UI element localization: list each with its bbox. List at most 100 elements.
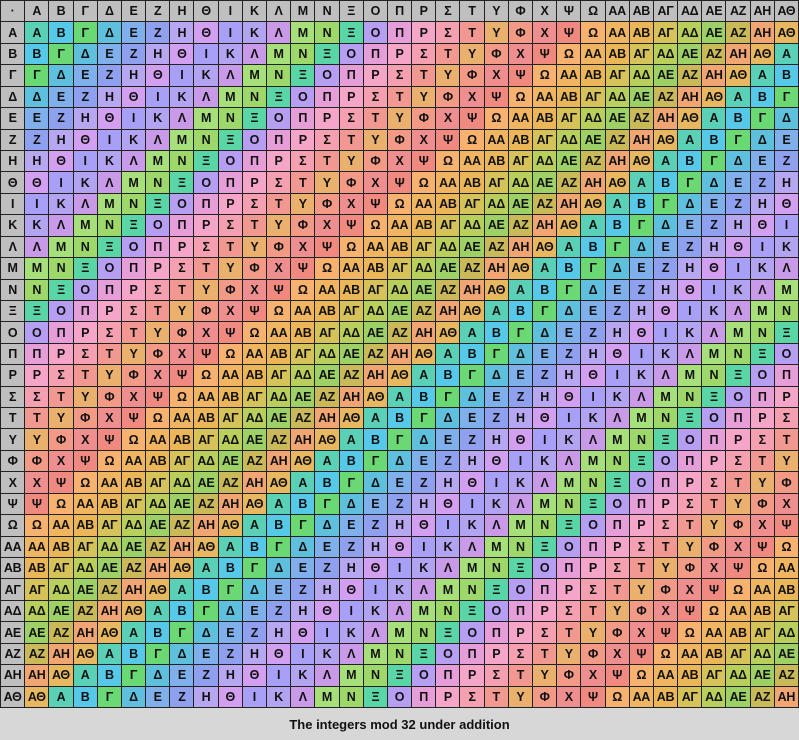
table-cell: Χ xyxy=(315,215,339,236)
table-cell: Π xyxy=(25,343,49,365)
column-header-12: Μ xyxy=(291,1,315,22)
table-cell: Φ xyxy=(726,515,750,536)
table-cell: Ρ xyxy=(25,365,49,386)
table-cell: Β xyxy=(170,600,194,622)
table-cell: Ι xyxy=(412,536,436,558)
table-cell: Ο xyxy=(557,536,581,558)
table-cell: ΑΒ xyxy=(242,365,266,386)
table-cell: Ο xyxy=(653,450,678,472)
table-cell: ΑΒ xyxy=(266,343,291,365)
table-cell: Χ xyxy=(242,279,266,300)
table-cell: Α xyxy=(678,129,702,150)
table-cell: Θ xyxy=(121,86,146,108)
table-cell: Ξ xyxy=(484,579,508,600)
table-cell: Λ xyxy=(629,386,653,408)
table-cell: Α xyxy=(629,172,653,193)
table-cell: ΑΖ xyxy=(532,193,557,215)
table-cell: Ρ xyxy=(629,515,653,536)
table-cell: ΑΘ xyxy=(194,536,218,558)
table-cell: Δ xyxy=(146,665,170,686)
table-cell: Ω xyxy=(97,450,121,472)
table-cell: ΑΘ xyxy=(73,643,97,665)
column-header-10: Κ xyxy=(242,1,266,22)
table-cell: Ψ xyxy=(750,536,774,558)
table-cell: Ε xyxy=(629,258,653,279)
table-cell: ΑΓ xyxy=(605,65,629,86)
table-cell: Η xyxy=(387,515,412,536)
table-cell: Ω xyxy=(653,643,678,665)
table-cell: ΑΖ xyxy=(170,515,194,536)
table-cell: Τ xyxy=(653,536,678,558)
table-cell: Δ xyxy=(774,108,798,129)
table-cell: ΑΑ xyxy=(508,108,532,129)
table-cell: ΑΓ xyxy=(412,236,436,258)
table-cell: Λ xyxy=(653,365,678,386)
table-cell: ΑΑ xyxy=(170,408,194,429)
table-cell: Π xyxy=(97,279,121,300)
table-cell: ΑΕ xyxy=(678,43,702,65)
table-cell: ΑΓ xyxy=(49,558,73,579)
table-cell: Τ xyxy=(97,343,121,365)
table-cell: Φ xyxy=(315,193,339,215)
table-cell: ΑΖ xyxy=(508,215,532,236)
table-cell: Ζ xyxy=(726,193,750,215)
table-cell: ΑΕ xyxy=(557,150,581,172)
table-cell: Ψ xyxy=(194,343,218,365)
table-cell: Ψ xyxy=(702,579,726,600)
table-cell: ΑΕ xyxy=(750,665,774,686)
table-cell: Φ xyxy=(73,408,97,429)
table-cell: Η xyxy=(218,665,242,686)
table-cell: ΑΓ xyxy=(726,643,750,665)
table-cell: Λ xyxy=(363,622,387,643)
table-cell: Ξ xyxy=(194,150,218,172)
table-cell: Α xyxy=(436,343,460,365)
table-cell: Δ xyxy=(532,322,557,343)
table-cell: Α xyxy=(25,22,49,43)
table-cell: ΑΔ xyxy=(581,108,605,129)
table-cell: Ψ xyxy=(218,322,242,343)
table-cell: Λ xyxy=(678,343,702,365)
table-cell: Ο xyxy=(194,172,218,193)
cayley-table: · Α Β Γ Δ Ε Ζ Η Θ Ι Κ Λ Μ Ν Ξ Ο Π Ρ Σ Τ Υ Φ Χ Ψ Ω ΑΑ ΑΒ ΑΓ ΑΔ ΑΕ ΑΖ ΑΗ Α… xyxy=(0,0,799,708)
table-cell: Δ xyxy=(242,579,266,600)
table-cell: Ζ xyxy=(363,515,387,536)
table-cell: Χ xyxy=(387,150,412,172)
table-cell: Κ xyxy=(49,193,73,215)
table-cell: Ρ xyxy=(678,472,702,493)
table-cell: ΑΓ xyxy=(242,386,266,408)
table-cell: Μ xyxy=(605,429,629,450)
table-cell: Ε xyxy=(653,236,678,258)
table-cell: Μ xyxy=(581,450,605,472)
table-cell: Θ xyxy=(750,215,774,236)
table-cell: Υ xyxy=(532,665,557,686)
column-header-20: Υ xyxy=(484,1,508,22)
table-cell: ΑΕ xyxy=(774,643,798,665)
table-cell: Υ xyxy=(653,558,678,579)
table-cell: Γ xyxy=(532,300,557,322)
table-cell: Τ xyxy=(726,472,750,493)
table-cell: Θ xyxy=(557,386,581,408)
table-cell: Η xyxy=(557,365,581,386)
table-cell: ΑΒ xyxy=(25,558,49,579)
table-cell: Ρ xyxy=(49,343,73,365)
table-cell: Ω xyxy=(121,429,146,450)
table-cell: Ι xyxy=(460,493,484,515)
table-cell: Π xyxy=(581,536,605,558)
table-cell: ΑΒ xyxy=(49,536,73,558)
table-cell: Τ xyxy=(315,150,339,172)
table-cell: Ε xyxy=(242,600,266,622)
table-cell: Ξ xyxy=(581,493,605,515)
table-cell: Χ xyxy=(726,536,750,558)
column-header-31: ΑΗ xyxy=(750,1,774,22)
table-cell: Μ xyxy=(436,579,460,600)
table-cell: Π xyxy=(774,365,798,386)
table-cell: Ο xyxy=(97,258,121,279)
table-cell: Ν xyxy=(774,300,798,322)
table-cell: Β xyxy=(97,665,121,686)
table-cell: Ε xyxy=(605,279,629,300)
table-cell: Μ xyxy=(363,643,387,665)
table-cell: Γ xyxy=(339,472,363,493)
table-cell: Α xyxy=(726,86,750,108)
row-header-23: Ψ xyxy=(1,493,25,515)
table-cell: Λ xyxy=(266,22,291,43)
